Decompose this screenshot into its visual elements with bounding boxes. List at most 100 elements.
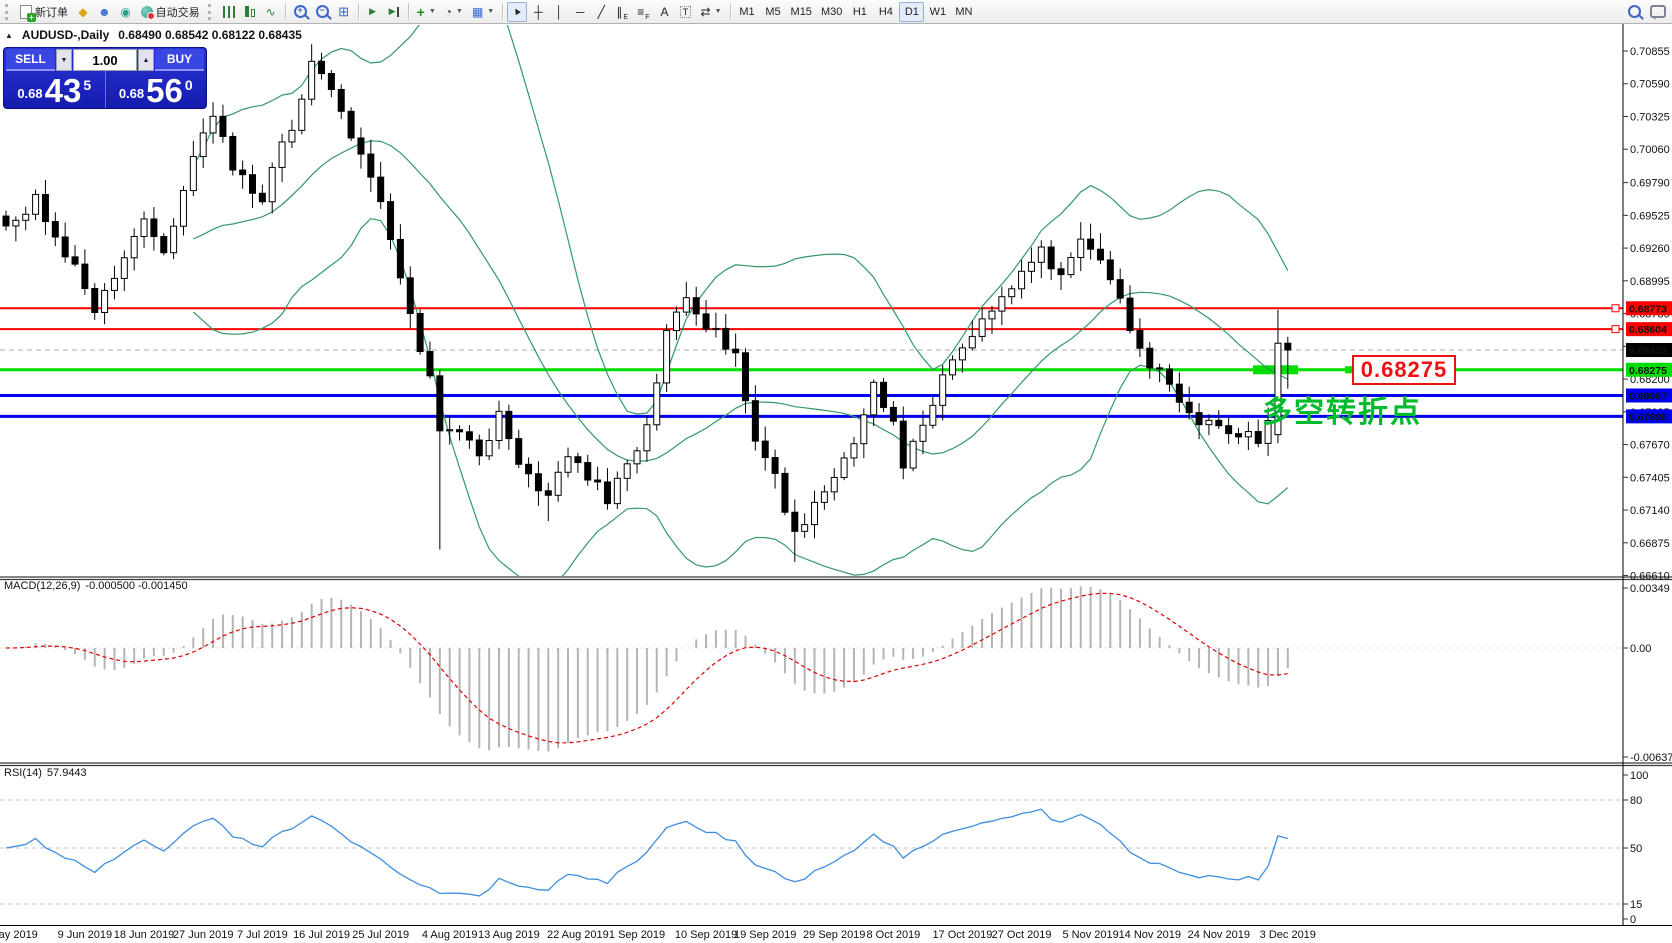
zoom-in-icon: +	[294, 5, 307, 18]
timeframe-button-M1[interactable]: M1	[735, 2, 760, 22]
timeframe-button-M15[interactable]: M15	[787, 2, 816, 22]
rsi-tick-label: 80	[1630, 795, 1642, 807]
timeframe-button-M5[interactable]: M5	[761, 2, 786, 22]
template-icon: ▦	[472, 5, 483, 19]
tile-windows-button[interactable]: ⊞	[334, 2, 354, 22]
text-tool-button[interactable]: A	[655, 2, 675, 22]
price-tick-label: 0.66610	[1630, 571, 1670, 583]
search-button[interactable]	[1624, 2, 1645, 22]
auto-trading-icon	[141, 6, 153, 18]
search-icon	[1628, 5, 1641, 18]
label-anchor-handle[interactable]	[1345, 366, 1352, 373]
timeframe-button-H1[interactable]: H1	[847, 2, 872, 22]
person-icon: ☻	[98, 5, 111, 19]
chart-canvas[interactable]: 0.708550.705900.703250.700600.697900.695…	[0, 0, 1672, 943]
channel-tool-button[interactable]: ∥E	[612, 2, 632, 22]
vertical-line-tool-button[interactable]: │	[549, 2, 569, 22]
one-click-trading-panel: SELL ▼ ▲ BUY 0.68435 0.68560	[3, 47, 207, 109]
line-selection-handle[interactable]	[1612, 326, 1619, 333]
price-tick-label: 0.69260	[1630, 243, 1670, 255]
chart-shift-button[interactable]: ▶	[384, 2, 404, 22]
collapse-arrow-icon[interactable]: ▲	[5, 31, 13, 40]
chat-button[interactable]	[1646, 2, 1670, 22]
line-chart-button[interactable]: ∿	[261, 2, 281, 22]
bar-chart-icon	[223, 6, 235, 18]
zoom-out-icon: −	[316, 5, 329, 18]
market-watch-button[interactable]: ◆	[73, 2, 93, 22]
rsi-label: RSI(14) 57.9443	[4, 767, 87, 779]
toolbar-drag-handle[interactable]	[208, 4, 215, 20]
price-tick-label: 0.70060	[1630, 144, 1670, 156]
timeframe-group: M1M5M15M30H1H4D1W1MN	[735, 2, 977, 22]
date-tick-label: 24 Nov 2019	[1188, 929, 1250, 941]
turning-point-note[interactable]: 多空转折点	[1262, 398, 1422, 428]
volume-decrease-button[interactable]: ▼	[56, 49, 72, 71]
auto-trading-button[interactable]: 自动交易	[137, 2, 204, 22]
signals-button[interactable]: ◉	[116, 2, 136, 22]
zoom-in-button[interactable]: +	[290, 2, 311, 22]
date-tick-label: 14 Nov 2019	[1119, 929, 1181, 941]
sell-price[interactable]: 0.68435	[4, 71, 105, 108]
level-price-callout[interactable]: 0.68275	[1352, 355, 1456, 385]
auto-scroll-icon: ▶	[369, 6, 376, 17]
line-chart-icon: ∿	[266, 5, 276, 19]
time-axis[interactable]: 30 May 20199 Jun 201918 Jun 201927 Jun 2…	[0, 929, 1316, 941]
auto-scroll-button[interactable]: ▶	[363, 2, 383, 22]
arrows-icon: ⇄	[701, 5, 711, 19]
trader-profile-button[interactable]: ☻	[94, 2, 115, 22]
indicators-button[interactable]: +▼	[413, 2, 440, 22]
price-tick-label: 0.69790	[1630, 178, 1670, 190]
volume-input[interactable]	[73, 49, 137, 71]
bar-chart-button[interactable]	[219, 2, 239, 22]
rsi-tick-label: 50	[1630, 843, 1642, 855]
trendline-tool-button[interactable]: ╱	[591, 2, 611, 22]
chevron-down-icon: ▼	[715, 8, 722, 15]
timeframe-button-M30[interactable]: M30	[817, 2, 846, 22]
zoom-out-button[interactable]: −	[312, 2, 333, 22]
new-order-icon: +	[20, 5, 32, 19]
cursor-icon: ▲	[510, 4, 524, 19]
crosshair-tool-button[interactable]: ┼	[528, 2, 548, 22]
new-order-button[interactable]: + 新订单	[16, 2, 72, 22]
buy-button[interactable]: BUY	[155, 49, 204, 71]
candlestick-chart-button[interactable]	[240, 2, 260, 22]
date-tick-label: 3 Dec 2019	[1260, 929, 1316, 941]
templates-button[interactable]: ▦▼	[468, 2, 498, 22]
macd-values: -0.000500 -0.001450	[85, 580, 187, 592]
indicators-icon: +	[417, 5, 425, 19]
svg-text:0.68604: 0.68604	[1629, 324, 1667, 336]
signal-icon: ◉	[120, 5, 130, 19]
date-tick-label: 8 Oct 2019	[866, 929, 920, 941]
buy-price[interactable]: 0.68560	[105, 71, 207, 108]
toolbar-separator	[502, 3, 503, 20]
toolbar-separator	[285, 3, 286, 20]
sell-button[interactable]: SELL	[6, 49, 55, 71]
volume-increase-button[interactable]: ▲	[138, 49, 154, 71]
cursor-tool-button[interactable]: ▲	[507, 2, 527, 22]
chart-symbol: AUDUSD-,Daily	[22, 28, 109, 42]
rsi-name: RSI(14)	[4, 767, 42, 779]
fibonacci-tool-button[interactable]: ≡F	[633, 2, 653, 22]
horizontal-line-tool-button[interactable]: ─	[570, 2, 590, 22]
tile-windows-icon: ⊞	[338, 4, 349, 20]
buy-price-big: 56	[146, 77, 183, 104]
price-tick-label: 0.67670	[1630, 440, 1670, 452]
timeframe-button-MN[interactable]: MN	[951, 2, 976, 22]
trade-panel-prices: 0.68435 0.68560	[4, 71, 206, 108]
channel-icon: ∥	[616, 5, 622, 19]
new-order-label: 新订单	[35, 4, 68, 20]
fibo-sub-label: F	[645, 14, 649, 21]
svg-text:0.68067: 0.68067	[1629, 390, 1667, 402]
price-tick-label: 0.66875	[1630, 538, 1670, 550]
periods-button[interactable]: ◔▼	[441, 2, 467, 22]
line-selection-handle[interactable]	[1612, 305, 1619, 312]
timeframe-button-H4[interactable]: H4	[873, 2, 898, 22]
text-label-tool-button[interactable]: T	[676, 2, 696, 22]
toolbar-drag-handle[interactable]	[5, 4, 12, 20]
macd-tick-label: 0.00	[1630, 643, 1651, 655]
timeframe-button-D1[interactable]: D1	[899, 2, 924, 22]
arrows-tool-button[interactable]: ⇄▼	[697, 2, 726, 22]
timeframe-button-W1[interactable]: W1	[925, 2, 950, 22]
chevron-down-icon: ▼	[487, 8, 494, 15]
price-tick-label: 0.68995	[1630, 276, 1670, 288]
